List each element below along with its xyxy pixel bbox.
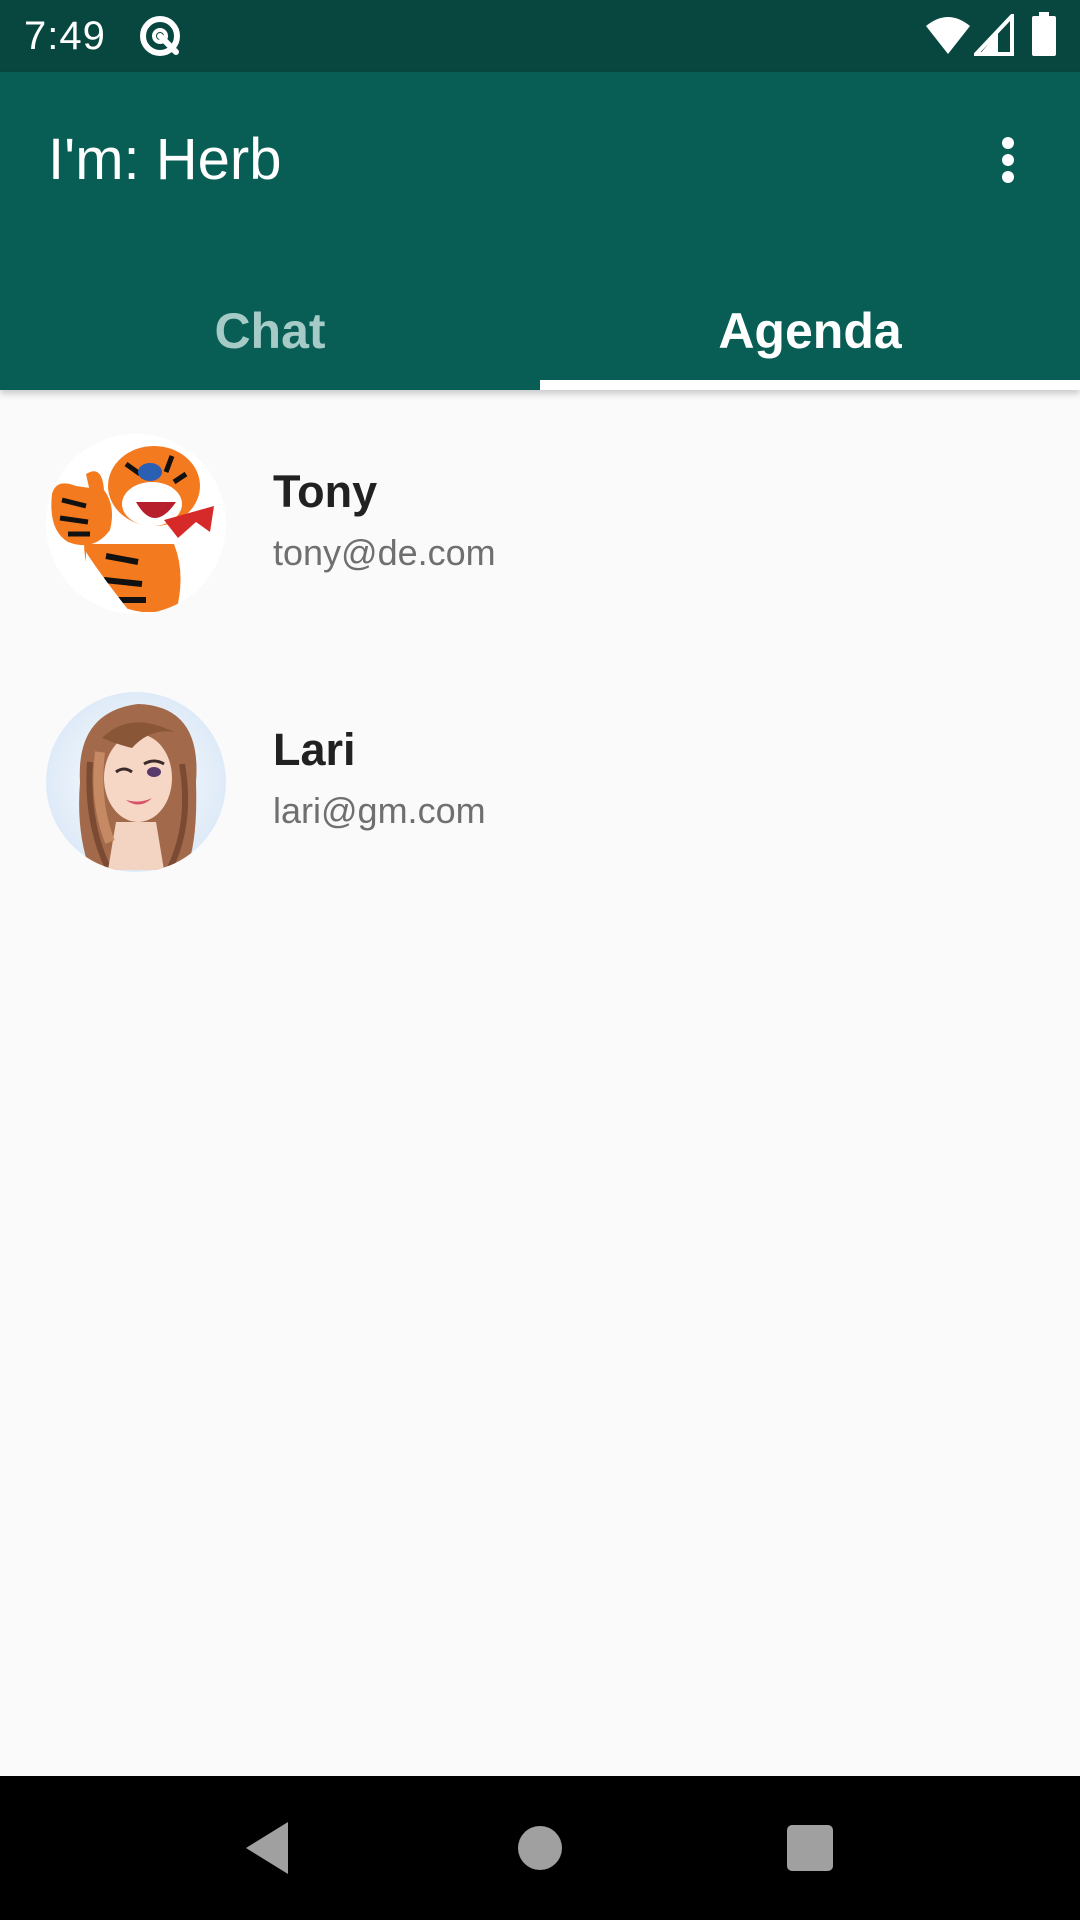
contact-list: Tony tony@de.com Lari lari@gm.com [0,390,1080,906]
status-time: 7:49 [24,14,106,58]
status-bar: 7:49 [0,0,1080,72]
app-title: I'm: Herb [48,127,282,192]
contact-email: lari@gm.com [273,790,486,831]
screen: 7:49 I'm: Herb Chat Agenda Tony tony@de.… [0,0,1080,1920]
tiger-avatar [46,434,226,614]
contact-name: Tony [273,466,378,517]
overflow-menu-button[interactable] [984,122,1032,198]
tab-chat[interactable]: Chat [0,272,540,390]
home-icon[interactable] [518,1826,562,1870]
battery-icon [1032,12,1056,56]
tab-bar: Chat Agenda [0,272,1080,390]
navigation-bar [0,1776,1080,1920]
tab-agenda-label: Agenda [718,303,902,359]
woman-avatar [46,692,226,872]
more-vert-icon [1002,137,1014,183]
recents-icon[interactable] [787,1825,833,1871]
tab-chat-label: Chat [214,303,326,359]
contact-item[interactable]: Lari lari@gm.com [0,648,1080,906]
contact-email: tony@de.com [273,532,496,573]
wifi-icon [926,17,970,54]
signal-icon [974,14,1014,56]
app-bar: I'm: Herb Chat Agenda [0,72,1080,390]
notification-app-icon [140,16,180,56]
contact-name: Lari [273,724,356,775]
contact-item[interactable]: Tony tony@de.com [0,390,1080,648]
tab-agenda[interactable]: Agenda [540,272,1080,390]
tab-selected-indicator [540,380,1080,390]
back-icon[interactable] [244,1820,292,1876]
